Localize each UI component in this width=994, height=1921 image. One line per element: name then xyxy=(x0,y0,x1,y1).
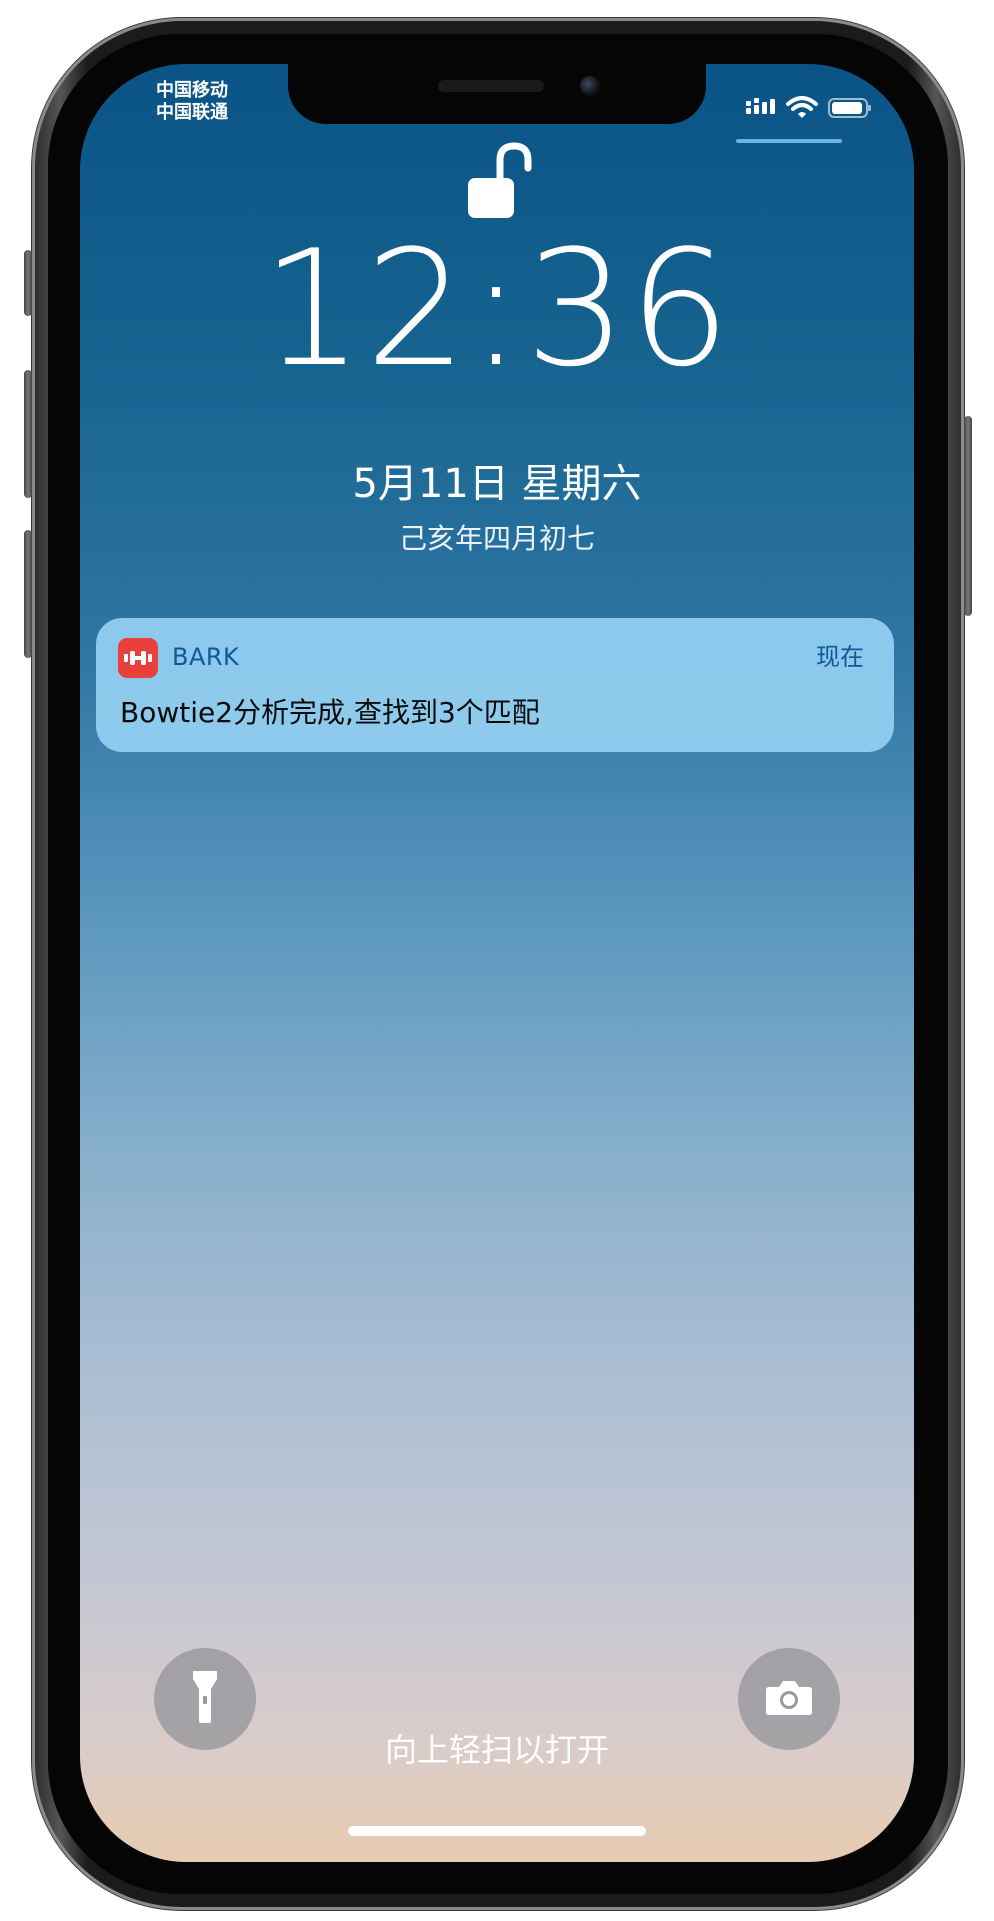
bark-app-icon xyxy=(118,638,158,678)
carrier-label-1: 中国移动 xyxy=(156,80,228,101)
control-center-indicator xyxy=(736,139,842,143)
power-button xyxy=(964,416,972,616)
volume-down-button xyxy=(24,530,32,658)
flashlight-icon xyxy=(190,1669,220,1729)
lock-screen[interactable]: 中国移动 中国联通 12:36 5月11日 星期六 己亥年四月初七 BARK 现… xyxy=(80,64,914,1862)
side-button xyxy=(24,250,32,316)
volume-up-button xyxy=(24,370,32,498)
unlocked-padlock-icon xyxy=(464,142,534,222)
carrier-label-2: 中国联通 xyxy=(156,102,228,123)
notification-time: 现在 xyxy=(816,643,864,671)
front-camera xyxy=(580,76,600,96)
lunar-date: 己亥年四月初七 xyxy=(398,522,595,555)
battery-icon xyxy=(828,97,872,123)
cellular-signal-icon xyxy=(746,98,776,122)
carrier-labels: 中国移动 中国联通 xyxy=(156,80,228,124)
notification-app-name: BARK xyxy=(172,643,240,671)
lock-screen-clock: 12:36 xyxy=(261,215,733,402)
status-icons xyxy=(746,96,872,124)
swipe-up-hint: 向上轻扫以打开 xyxy=(384,1731,609,1769)
notification-body: Bowtie2分析完成,查找到3个匹配 xyxy=(120,696,540,729)
lock-screen-date: 5月11日 星期六 xyxy=(352,461,642,507)
home-indicator[interactable] xyxy=(348,1826,646,1836)
camera-icon xyxy=(765,1678,813,1720)
notch xyxy=(288,64,706,124)
earpiece-speaker xyxy=(438,80,544,92)
wifi-icon xyxy=(786,96,818,124)
notification-card[interactable]: BARK 现在 Bowtie2分析完成,查找到3个匹配 xyxy=(96,618,894,752)
